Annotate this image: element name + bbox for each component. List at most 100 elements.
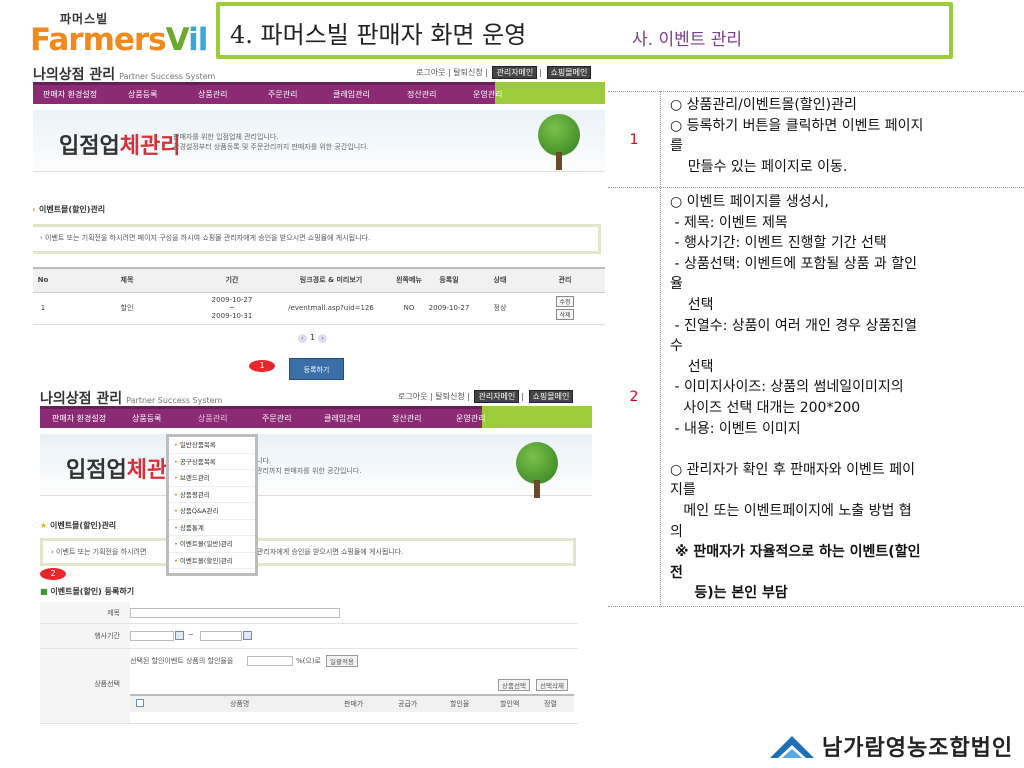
- pagination: ‹ 1 ›: [295, 333, 330, 343]
- prev-page-icon[interactable]: ‹: [298, 334, 307, 343]
- row-link[interactable]: /eventmall.asp?uid=126: [267, 292, 395, 325]
- banner-description: 니다. 관리까지 판매자를 위한 공간입니다.: [256, 457, 362, 475]
- withdraw-link[interactable]: 탈퇴신청: [453, 68, 482, 77]
- discount-text: 선택된 할인이벤트 상품의 할인율을: [130, 657, 234, 665]
- next-page-icon[interactable]: ›: [318, 334, 328, 343]
- dropdown-item[interactable]: 상품Q&A관리: [169, 503, 255, 520]
- menu-settlement[interactable]: 정산관리: [407, 89, 436, 100]
- withdraw-link[interactable]: 탈퇴신청: [435, 392, 464, 401]
- menu-seller-settings[interactable]: 판매자 환경설정: [52, 413, 106, 424]
- table-row: 1 할인 2009-10-27 ~2009-10-31 /eventmall.as…: [33, 292, 605, 325]
- dropdown-item[interactable]: 공구상품목록: [169, 454, 255, 470]
- period-separator: ~: [188, 631, 194, 639]
- title-row: 제목: [40, 602, 578, 624]
- menu-product-register[interactable]: 상품등록: [132, 413, 161, 424]
- top-links: 로그아웃 | 탈퇴신청 | 관리자메인 | 쇼핑몰메인: [398, 390, 575, 403]
- col-left-menu: 왼쪽메뉴: [395, 267, 423, 293]
- step-marker-1: 1: [249, 360, 275, 372]
- dropdown-item[interactable]: 상품통계: [169, 520, 255, 536]
- period-start-input[interactable]: [130, 631, 174, 641]
- menu-claim-manage[interactable]: 클레임관리: [333, 89, 370, 100]
- shop-main-link[interactable]: 쇼핑몰메인: [528, 390, 574, 403]
- row-number-1: 1: [629, 132, 639, 148]
- title-input[interactable]: [130, 608, 340, 618]
- page-title: 4. 파머스빌 판매자 화면 운영: [230, 21, 527, 49]
- delete-selected-button[interactable]: 선택삭제: [536, 679, 568, 691]
- product-table-header: 상품명 판매가 공급가 할인율 할인액 정렬: [130, 694, 574, 712]
- menu-seller-settings[interactable]: 판매자 환경설정: [43, 89, 97, 100]
- period-row: 행사기간 ~: [40, 624, 578, 649]
- dropdown-item-event-discount[interactable]: 이벤트몰(할인)관리: [169, 553, 255, 569]
- banner-title: 입점업체관리: [59, 134, 181, 159]
- logout-link[interactable]: 로그아웃: [398, 392, 427, 401]
- row-no: 1: [33, 292, 57, 325]
- title-bar: 4. 파머스빌 판매자 화면 운영 사. 이벤트 관리: [216, 2, 953, 59]
- col-period: 기간: [197, 267, 267, 293]
- menu-product-manage[interactable]: 상품관리: [198, 89, 227, 100]
- select-all-checkbox[interactable]: [136, 699, 144, 707]
- mountain-icon: [770, 736, 814, 758]
- row-1-description: ○ 상품관리/이벤트몰(할인)관리 ○ 등록하기 버튼을 클릭하면 이벤트 페이…: [670, 97, 924, 175]
- col-supply-price: 공급가: [398, 700, 418, 708]
- menu-claim-manage[interactable]: 클레임관리: [324, 413, 361, 424]
- top-links: 로그아웃 | 탈퇴신청 | 관리자메인 | 쇼핑몰메인: [416, 66, 593, 79]
- col-title: 제목: [57, 267, 197, 293]
- admin-main-link[interactable]: 관리자메인: [474, 390, 520, 403]
- discount-rate-input[interactable]: [247, 656, 293, 666]
- product-row: 상품선택 선택된 할인이벤트 상품의 할인율을 %(으)로 일괄적용 상품선택 …: [40, 649, 578, 724]
- logo-part-3: il: [188, 22, 208, 58]
- menu-operations[interactable]: 운영관리: [473, 89, 502, 100]
- dropdown-item[interactable]: 이벤트몰(일반)관리: [169, 536, 255, 553]
- row-status: 정상: [475, 292, 525, 325]
- logo-part-1: Farmers: [30, 22, 167, 58]
- col-discount-rate: 할인율: [450, 700, 470, 708]
- calendar-icon[interactable]: [175, 631, 184, 640]
- admin-main-link[interactable]: 관리자메인: [492, 66, 538, 79]
- dropdown-item[interactable]: 일반상품목록: [169, 437, 255, 454]
- banner: 입점업체관리 판매자를 위한 입점업체 관리입니다. 환경설정부터 상품등록 및 …: [33, 110, 605, 172]
- row-left-menu: NO: [395, 292, 423, 325]
- col-no: No: [33, 267, 57, 293]
- col-manage: 관리: [525, 267, 605, 293]
- menu-product-register[interactable]: 상품등록: [128, 89, 157, 100]
- section-title: ★ 이벤트몰(할인)관리: [40, 521, 117, 530]
- organization-name: 남가람영농조합법인: [822, 736, 1014, 761]
- register-button[interactable]: 등록하기: [289, 358, 344, 380]
- banner: 입점업체관리 니다. 관리까지 판매자를 위한 공간입니다.: [40, 434, 592, 498]
- main-menu: 판매자 환경설정 상품등록 상품관리 주문관리 클레임관리 정산관리 운영관리: [33, 82, 605, 104]
- menu-operations[interactable]: 운영관리: [456, 413, 485, 424]
- col-sort: 정렬: [544, 700, 557, 708]
- title-label: 제목: [40, 602, 130, 623]
- event-table: No 제목 기간 링크경로 & 미리보기 왼쪽메뉴 등록일 상태 관리 1 할인…: [33, 267, 605, 325]
- menu-product-manage[interactable]: 상품관리: [198, 413, 227, 424]
- col-discount-amount: 할인액: [500, 700, 520, 708]
- shop-main-link[interactable]: 쇼핑몰메인: [546, 66, 592, 79]
- row-reg-date: 2009-10-27: [423, 292, 475, 325]
- period-label: 행사기간: [40, 624, 130, 648]
- apply-all-button[interactable]: 일괄적용: [326, 655, 358, 667]
- logout-link[interactable]: 로그아웃: [416, 68, 445, 77]
- menu-order-manage[interactable]: 주문관리: [268, 89, 297, 100]
- main-menu: 판매자 환경설정 상품등록 상품관리 주문관리 클레임관리 정산관리 운영관리: [40, 406, 592, 428]
- step-marker-2: 2: [40, 568, 66, 580]
- calendar-icon[interactable]: [243, 631, 252, 640]
- dropdown-item[interactable]: 상품평관리: [169, 487, 255, 503]
- row-number-2: 2: [629, 389, 639, 405]
- store-brand: 나의상점 관리 Partner Success System: [33, 67, 216, 83]
- period-end-input[interactable]: [200, 631, 242, 641]
- col-reg-date: 등록일: [423, 267, 475, 293]
- form-title: ■ 이벤트몰(할인) 등록하기: [40, 587, 135, 596]
- edit-button[interactable]: 수정: [556, 296, 574, 307]
- screenshot-event-register: 나의상점 관리 Partner Success System 로그아웃 | 탈퇴신…: [40, 388, 592, 724]
- description-table: 1 ○ 상품관리/이벤트몰(할인)관리 ○ 등록하기 버튼을 클릭하면 이벤트 …: [608, 91, 1024, 607]
- organization-logo: 남가람영농조합법인: [768, 728, 1024, 764]
- menu-order-manage[interactable]: 주문관리: [262, 413, 291, 424]
- burden-note: ※ 판매자가 자율적으로 하는 이벤트(할인: [670, 544, 921, 561]
- dropdown-item[interactable]: 브랜드관리: [169, 470, 255, 487]
- col-price: 판매가: [344, 700, 364, 708]
- menu-settlement[interactable]: 정산관리: [392, 413, 421, 424]
- delete-button[interactable]: 삭제: [556, 309, 574, 320]
- page-number[interactable]: 1: [310, 333, 315, 342]
- row-2-description: ○ 이벤트 페이지를 생성시, - 제목: 이벤트 제목 - 행사기간: 이벤트…: [670, 192, 1014, 604]
- select-product-button[interactable]: 상품선택: [498, 679, 530, 691]
